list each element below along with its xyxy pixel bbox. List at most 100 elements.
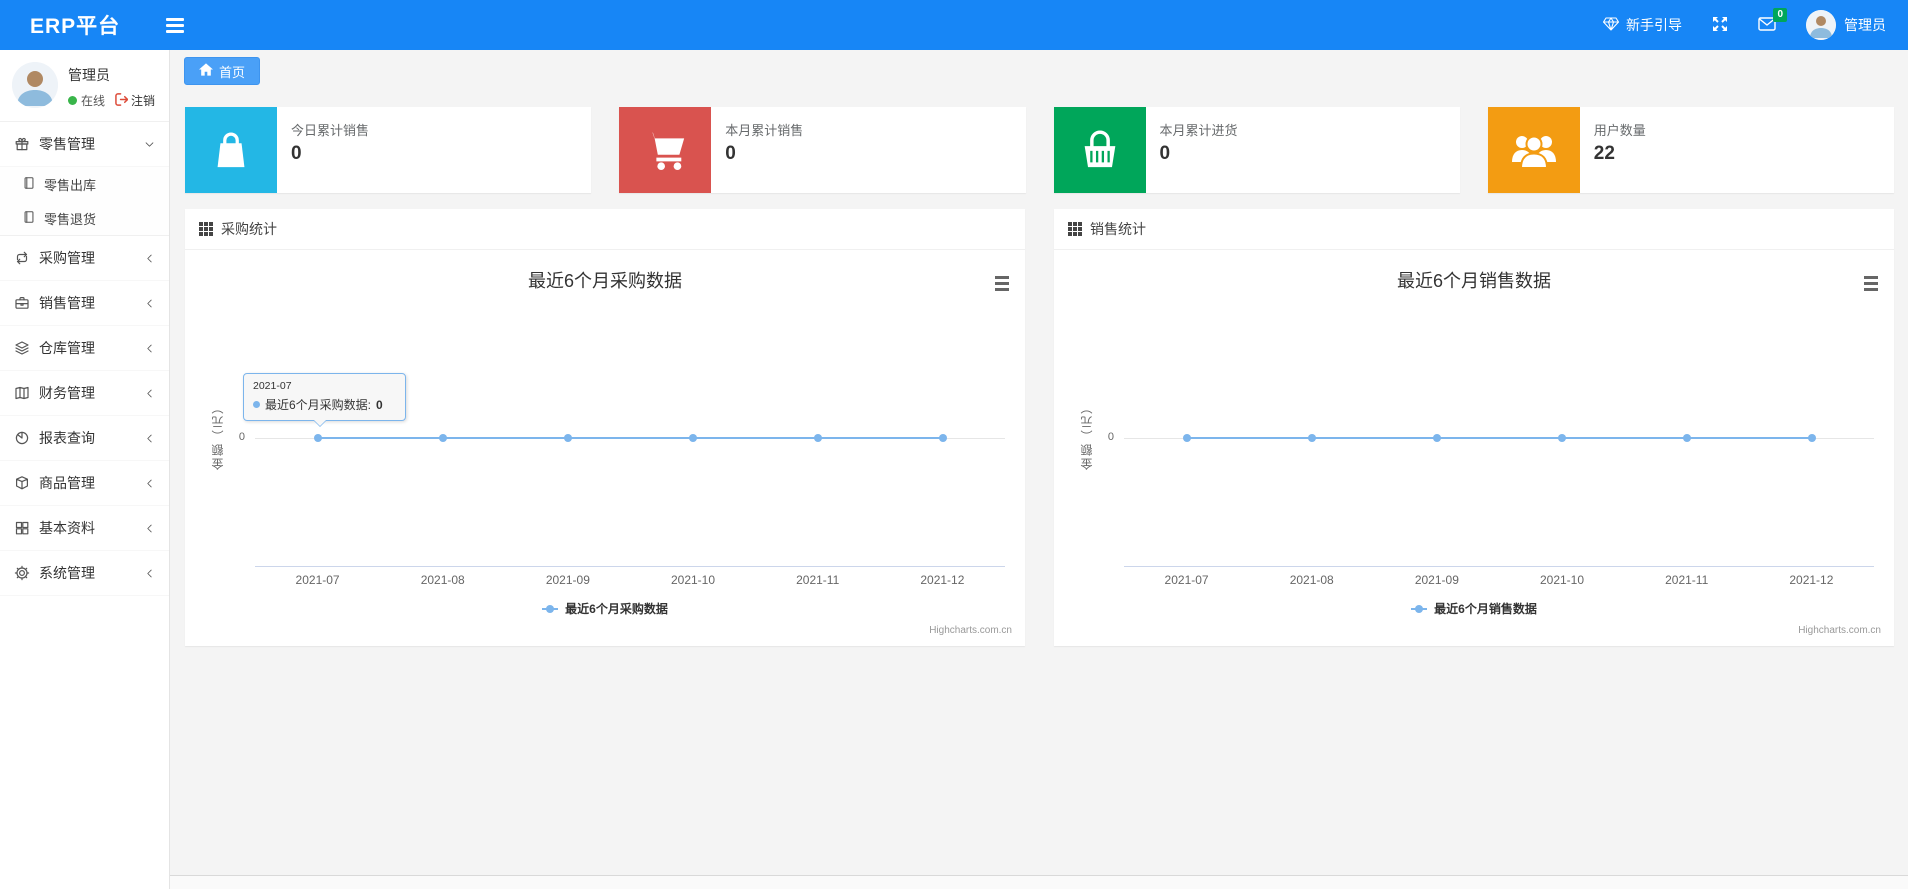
data-point[interactable] — [1307, 434, 1316, 442]
online-status-label: 在线 — [81, 94, 106, 108]
sidebar-submenu-retail: 零售出库 零售退货 — [0, 167, 169, 236]
repeat-icon — [14, 250, 30, 266]
data-point[interactable] — [1557, 434, 1566, 442]
fullscreen-icon — [1712, 16, 1728, 35]
sidebar-item-reports[interactable]: 报表查询 — [0, 416, 169, 461]
chevron-left-icon — [144, 478, 155, 489]
stat-card-value: 0 — [1159, 143, 1171, 164]
user-name-label: 管理员 — [1844, 17, 1886, 33]
pie-chart-icon — [14, 430, 30, 446]
stat-card-month-sales: 本月累计销售 0 — [619, 107, 1026, 193]
file-icon — [22, 176, 36, 193]
breadcrumb-tab-home[interactable]: 首页 — [184, 57, 261, 85]
data-point[interactable] — [1807, 434, 1816, 442]
gem-icon — [1602, 16, 1620, 34]
logout-button[interactable]: 注销 — [115, 92, 155, 109]
panel-title: 采购统计 — [221, 221, 277, 237]
y-axis-label: 金额（元） — [1080, 400, 1094, 470]
shopping-cart-icon — [641, 125, 689, 176]
legend-item[interactable]: 最近6个月采购数据 — [185, 600, 1025, 617]
series-points — [1124, 434, 1874, 442]
layers-icon — [14, 340, 30, 356]
data-point[interactable] — [1682, 434, 1691, 442]
stat-card-value: 0 — [725, 143, 736, 164]
briefcase-icon — [14, 295, 30, 311]
chevron-left-icon — [144, 343, 155, 354]
chevron-left-icon — [144, 253, 155, 264]
sidebar-item-system[interactable]: 系统管理 — [0, 551, 169, 596]
data-point[interactable] — [313, 434, 322, 442]
stat-card-label: 本月累计销售 — [725, 123, 804, 138]
chart-tooltip: 2021-07 最近6个月采购数据: 0 — [243, 373, 406, 427]
top-navbar: ERP平台 新手引导 0 管理员 — [0, 0, 1908, 50]
data-point[interactable] — [563, 434, 572, 442]
th-grid-icon — [199, 222, 213, 236]
y-axis-tick: 0 — [1107, 431, 1114, 443]
data-point[interactable] — [688, 434, 697, 442]
x-axis-line — [255, 566, 1005, 567]
data-point[interactable] — [938, 434, 947, 442]
x-axis-line — [1124, 566, 1874, 567]
sidebar-item-goods[interactable]: 商品管理 — [0, 461, 169, 506]
th-grid-icon — [1068, 222, 1082, 236]
y-axis-tick: 0 — [238, 431, 245, 443]
message-count-badge: 0 — [1773, 7, 1787, 22]
panel-title: 销售统计 — [1090, 221, 1146, 237]
guide-link[interactable]: 新手引导 — [1602, 15, 1682, 35]
x-axis-labels: 2021-07 2021-08 2021-09 2021-10 2021-11 … — [1164, 573, 1834, 587]
data-point[interactable] — [1182, 434, 1191, 442]
sidebar: 管理员 在线 注销 零售管理 零售出库 零售退货 采购管理 销售管理 仓库管理 … — [0, 50, 170, 889]
shopping-basket-icon — [1077, 125, 1123, 176]
purchase-stats-panel: 采购统计 最近6个月采购数据 金额（元） 0 2021-07 2021-08 2… — [185, 209, 1025, 646]
brand-logo[interactable]: ERP平台 — [30, 10, 120, 40]
data-point[interactable] — [438, 434, 447, 442]
legend-item[interactable]: 最近6个月销售数据 — [1054, 600, 1894, 617]
chart-title: 最近6个月采购数据 — [527, 271, 682, 291]
data-point[interactable] — [813, 434, 822, 442]
online-status-icon — [68, 96, 77, 105]
main-content: 首页 今日累计销售 0 本月累计销售 0 本月累计进货 0 用户数量 22 采购… — [170, 50, 1908, 889]
legend-marker-icon — [1411, 604, 1428, 613]
stat-card-label: 本月累计进货 — [1159, 123, 1238, 138]
purchase-chart: 最近6个月采购数据 金额（元） 0 2021-07 2021-08 2021-0… — [185, 250, 1025, 645]
sidebar-item-basic-data[interactable]: 基本资料 — [0, 506, 169, 551]
chevron-left-icon — [144, 298, 155, 309]
legend-marker-icon — [542, 604, 559, 613]
avatar — [12, 62, 58, 108]
highcharts-credits[interactable]: Highcharts.com.cn — [1798, 625, 1881, 636]
shopping-bag-icon — [208, 125, 254, 176]
chevron-left-icon — [144, 523, 155, 534]
cube-icon — [14, 475, 30, 491]
sales-chart: 最近6个月销售数据 金额（元） 0 2021-07 2021-08 2021-0… — [1054, 250, 1894, 645]
chevron-left-icon — [144, 433, 155, 444]
stat-card-label: 今日累计销售 — [291, 123, 370, 138]
footer-divider — [170, 875, 1908, 889]
fullscreen-button[interactable] — [1712, 16, 1728, 35]
data-point[interactable] — [1432, 434, 1441, 442]
chart-context-menu-icon[interactable] — [1864, 276, 1878, 291]
sidebar-item-retail[interactable]: 零售管理 — [0, 122, 169, 167]
messages-button[interactable]: 0 — [1758, 7, 1787, 34]
sidebar-item-finance[interactable]: 财务管理 — [0, 371, 169, 416]
sidebar-item-sales[interactable]: 销售管理 — [0, 281, 169, 326]
stat-card-value: 22 — [1593, 143, 1615, 164]
sidebar-item-warehouse[interactable]: 仓库管理 — [0, 326, 169, 371]
sign-out-icon — [115, 92, 129, 109]
sales-stats-panel: 销售统计 最近6个月销售数据 金额（元） 0 2021-07 2021-08 2… — [1054, 209, 1894, 646]
highcharts-credits[interactable]: Highcharts.com.cn — [929, 625, 1012, 636]
y-axis-label: 金额（元） — [211, 400, 225, 470]
sidebar-item-retail-return[interactable]: 零售退货 — [0, 201, 169, 235]
ledger-icon — [14, 385, 30, 401]
tooltip-arrow — [313, 419, 327, 427]
stat-card-value: 0 — [291, 143, 302, 164]
gift-icon — [14, 136, 30, 152]
gear-icon — [14, 565, 30, 581]
sidebar-toggle-icon[interactable] — [166, 17, 185, 33]
user-menu[interactable]: 管理员 — [1806, 10, 1886, 40]
chart-context-menu-icon[interactable] — [995, 276, 1009, 291]
tooltip-marker-icon — [253, 401, 260, 408]
sidebar-item-purchase[interactable]: 采购管理 — [0, 236, 169, 281]
x-axis-labels: 2021-07 2021-08 2021-09 2021-10 2021-11 … — [295, 573, 965, 587]
tooltip-series-label: 最近6个月采购数据: — [265, 398, 372, 412]
sidebar-item-retail-out[interactable]: 零售出库 — [0, 167, 169, 201]
